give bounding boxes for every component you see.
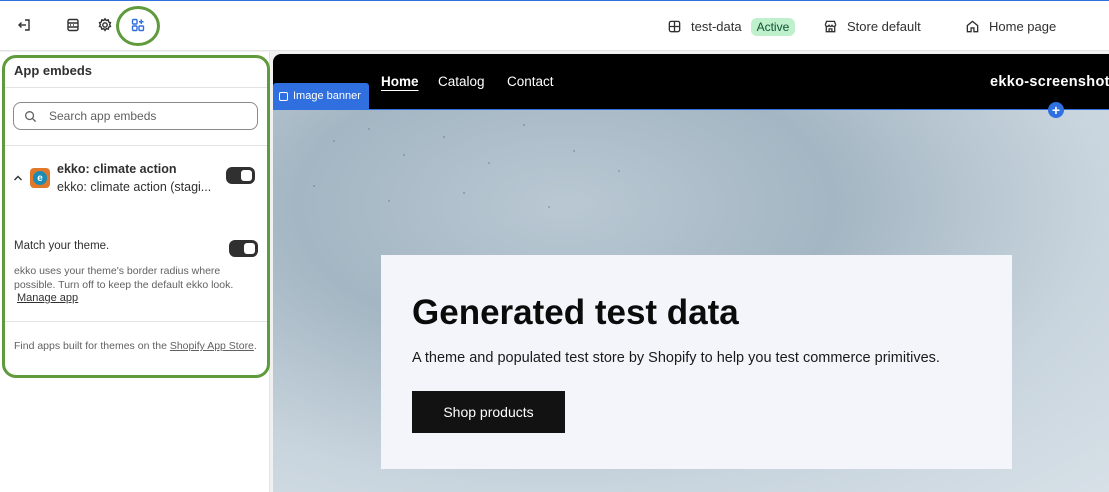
hero-card: Generated test data A theme and populate… [381, 255, 1012, 469]
speck [573, 150, 575, 152]
status-badge: Active [750, 17, 796, 36]
match-theme-label: Match your theme. [14, 240, 110, 252]
store-header: Home Catalog Contact ekko-screenshot Ima… [273, 54, 1109, 109]
page-label: Home page [989, 19, 1057, 34]
app-embeds-button[interactable] [124, 11, 152, 39]
footer-text: Find apps built for themes on the [14, 340, 170, 352]
page-selector[interactable]: Home page [965, 1, 1056, 52]
shop-products-button[interactable]: Shop products [412, 391, 565, 433]
speck [368, 128, 370, 130]
editor-topbar: test-data Active Store default Home page [0, 0, 1109, 51]
speck [333, 140, 335, 142]
footer-end: . [253, 340, 257, 352]
divider [5, 321, 267, 322]
store-selector[interactable]: Store default [823, 1, 921, 52]
search-input[interactable] [49, 109, 229, 123]
app-embed-toggle[interactable] [226, 167, 255, 184]
section-tag[interactable]: Image banner [273, 83, 369, 109]
sections-icon [67, 18, 79, 32]
store-preview: Home Catalog Contact ekko-screenshot Ima… [273, 54, 1109, 492]
panel-title: App embeds [14, 63, 93, 78]
speck [388, 200, 390, 202]
divider [5, 87, 267, 88]
ekko-logo-icon: e [33, 171, 47, 185]
app-logo: e [30, 168, 50, 188]
exit-button[interactable] [10, 11, 38, 39]
toggle-knob [241, 170, 252, 181]
nav-catalog[interactable]: Catalog [438, 74, 485, 89]
nav-contact[interactable]: Contact [507, 74, 554, 89]
hero-subtitle: A theme and populated test store by Shop… [412, 350, 940, 366]
search-icon [25, 110, 37, 122]
theme-icon [668, 20, 681, 33]
theme-settings-button[interactable] [91, 11, 119, 39]
speck [313, 185, 315, 187]
sections-button[interactable] [59, 11, 87, 39]
chevron-up-icon[interactable] [11, 171, 25, 185]
store-icon [824, 20, 837, 33]
theme-selector[interactable]: test-data Active [667, 1, 796, 52]
speck [548, 206, 550, 208]
match-theme-toggle[interactable] [229, 240, 258, 257]
exit-icon [18, 19, 30, 31]
store-label: Store default [847, 19, 921, 34]
divider [5, 145, 267, 146]
speck [523, 124, 525, 126]
home-icon [966, 20, 979, 33]
add-section-button[interactable]: + [1048, 102, 1064, 118]
shopify-app-store-link[interactable]: Shopify App Store [170, 340, 254, 352]
search-field[interactable] [13, 102, 258, 130]
speck [618, 170, 620, 172]
toggle-knob [244, 243, 255, 254]
nav-home[interactable]: Home [381, 74, 419, 89]
manage-app-link[interactable]: Manage app [17, 292, 78, 304]
hero-title: Generated test data [412, 293, 739, 332]
store-name[interactable]: ekko-screenshot [990, 74, 1109, 90]
speck [443, 136, 445, 138]
speck [403, 154, 405, 156]
theme-name: test-data [691, 19, 742, 34]
apps-icon [131, 18, 145, 32]
speck [463, 192, 465, 194]
app-embed-name: ekko: climate action [57, 162, 177, 176]
match-theme-help: ekko uses your theme's border radius whe… [14, 265, 234, 291]
section-tag-label: Image banner [293, 90, 361, 102]
section-icon [279, 91, 288, 101]
speck [488, 162, 490, 164]
gear-icon [98, 17, 112, 32]
app-embed-subtitle: ekko: climate action (stagi... [57, 180, 212, 194]
footer-note: Find apps built for themes on the Shopif… [14, 338, 258, 355]
